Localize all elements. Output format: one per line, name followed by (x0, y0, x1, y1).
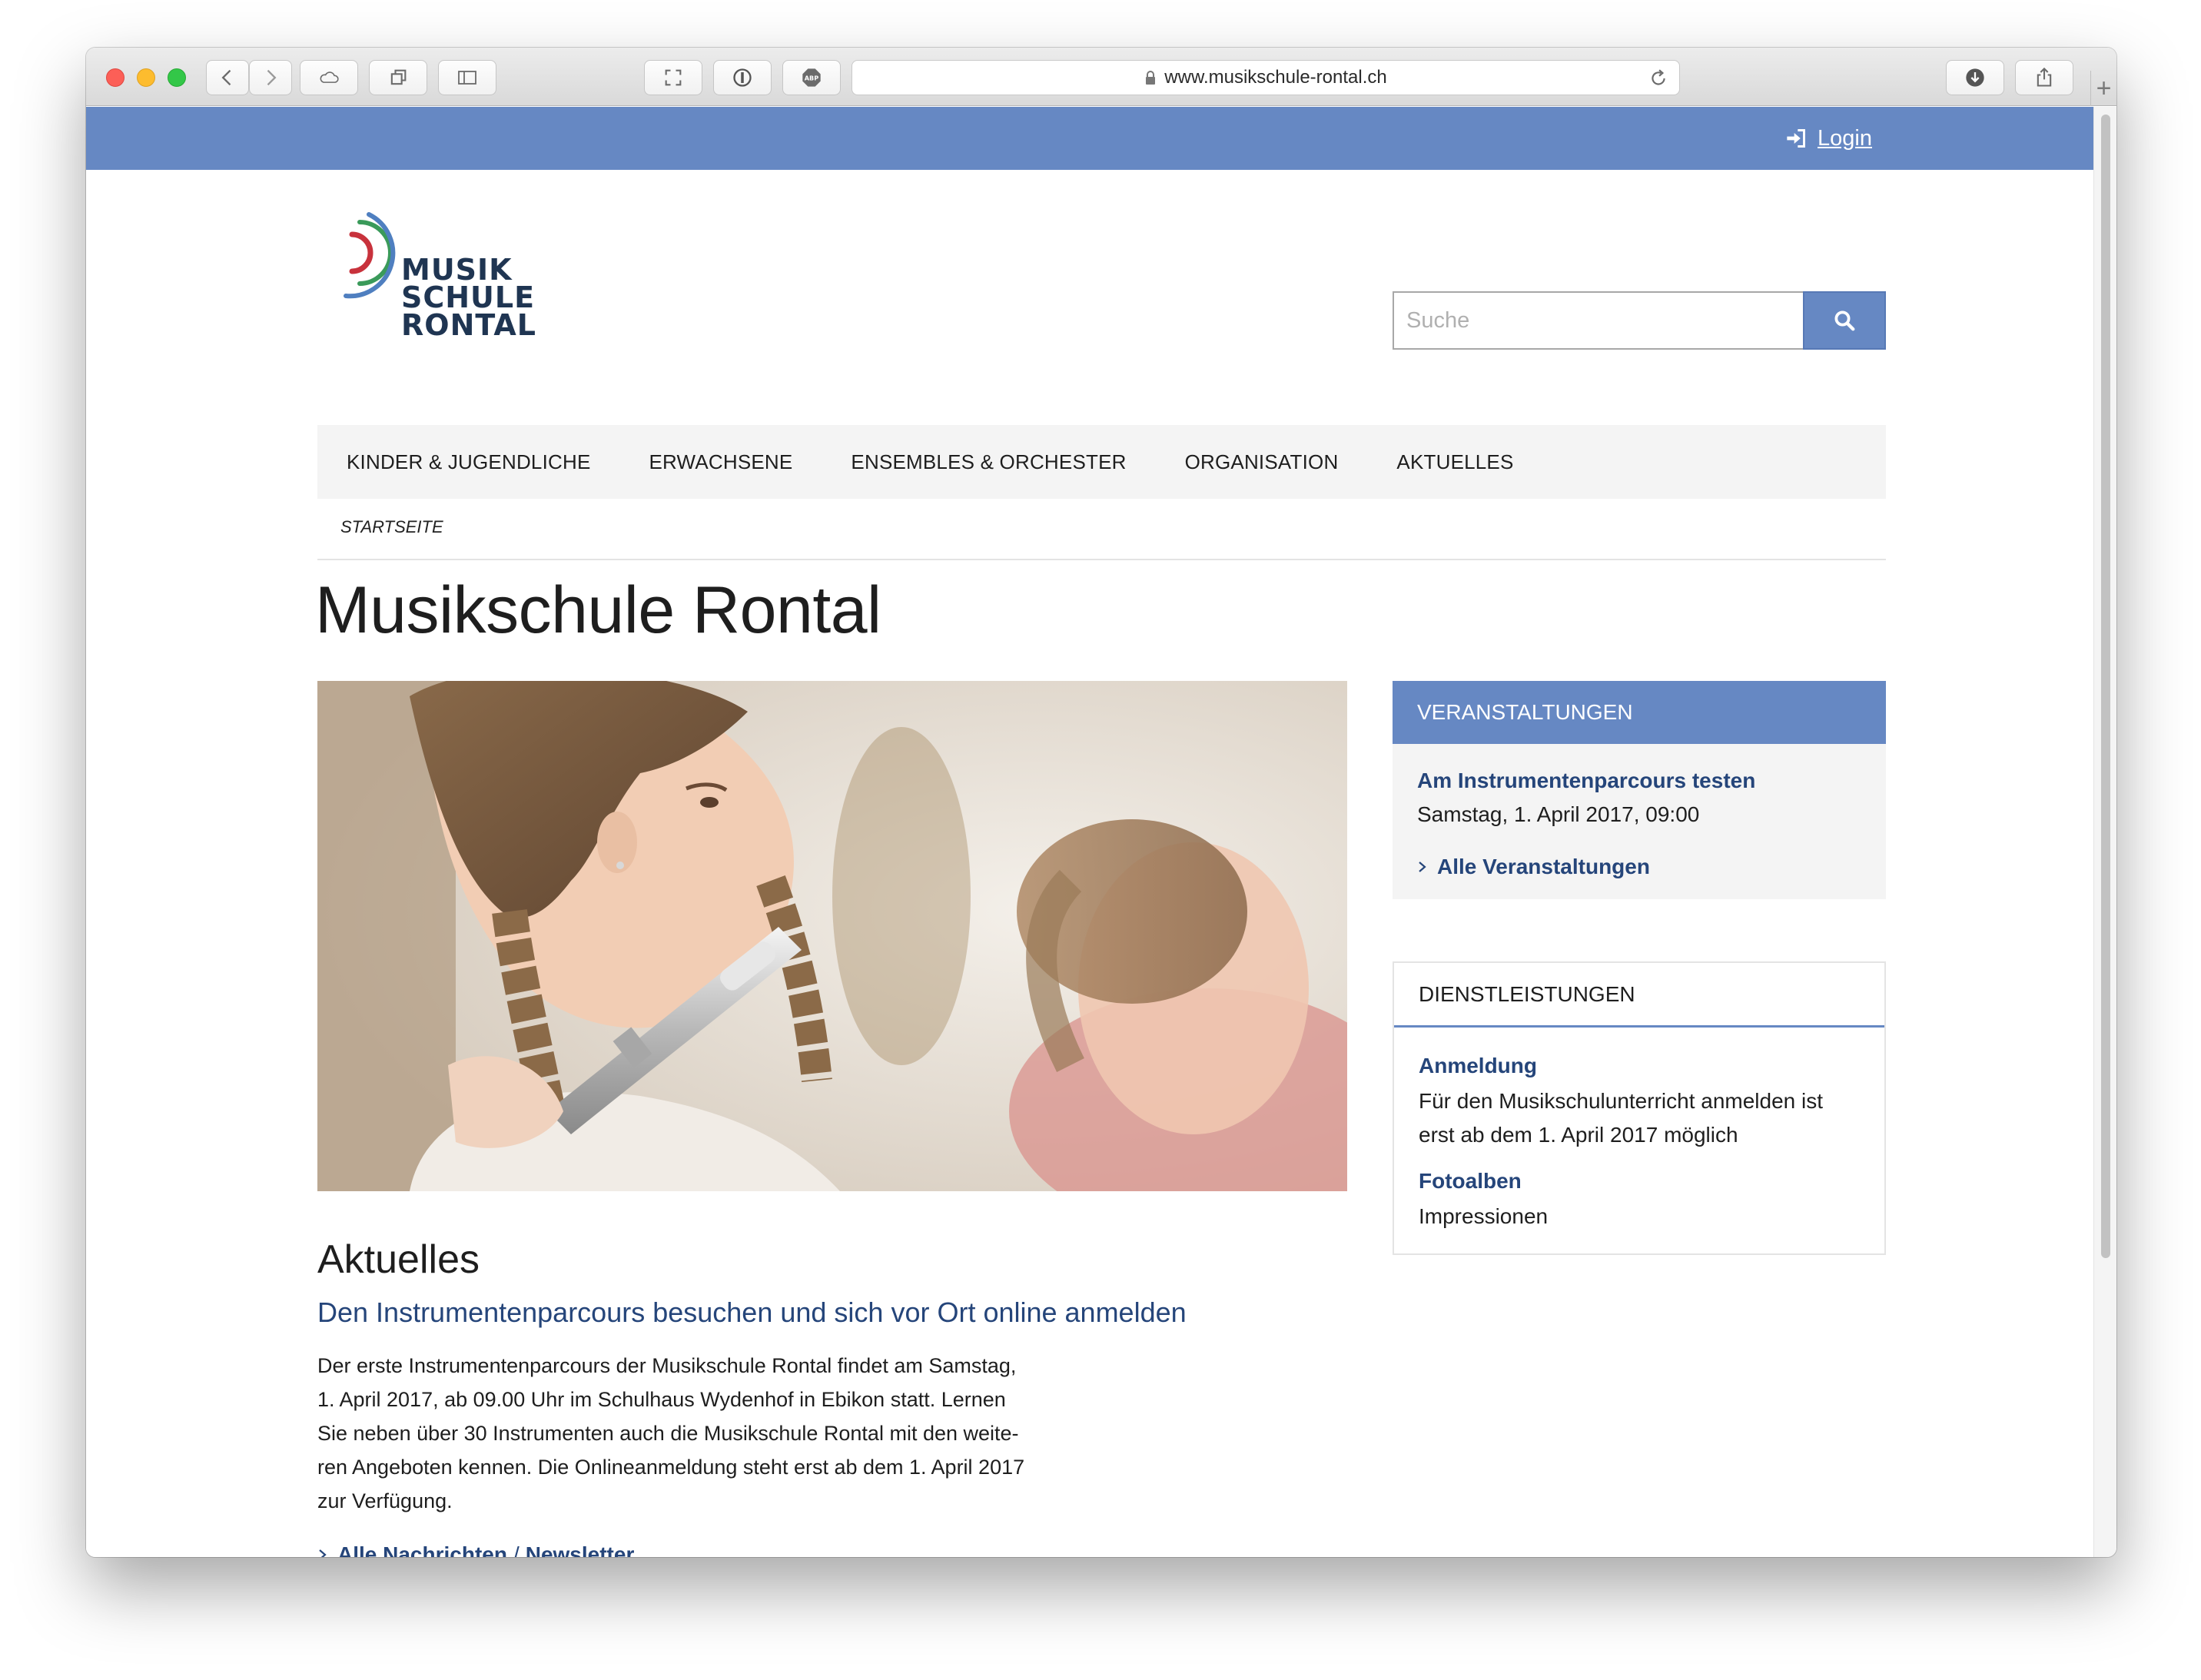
all-events-label: Alle Veranstaltungen (1437, 855, 1650, 878)
sidebar-button[interactable] (438, 60, 496, 95)
top-bar: Login (86, 107, 2093, 170)
chevron-left-icon (221, 69, 231, 86)
reload-icon[interactable] (1648, 68, 1668, 88)
event-date: Samstag, 1. April 2017, 09:00 (1417, 802, 1700, 826)
divider (317, 559, 1886, 560)
logo-line-1: MUSIK (401, 253, 513, 287)
news-text-line: Der erste Instrumentenparcours der Musik… (317, 1354, 1017, 1377)
chevron-right-icon (319, 1549, 327, 1557)
services-box: DIENSTLEISTUNGEN Anmeldung Für den Musik… (1393, 961, 1886, 1255)
logo-line-3: RONTAL (401, 308, 536, 342)
news-article-text: Der erste Instrumentenparcours der Musik… (317, 1349, 1071, 1518)
download-icon (1966, 68, 1984, 87)
events-box: VERANSTALTUNGEN Am Instrumentenparcours … (1393, 681, 1886, 899)
search-button[interactable] (1803, 291, 1886, 350)
vertical-scrollbar[interactable] (2093, 107, 2116, 1557)
logo-line-2: SCHULE (401, 281, 536, 314)
zoom-window-button[interactable] (168, 68, 186, 87)
all-news-link[interactable]: Alle Nachrichten (337, 1542, 507, 1557)
scrollbar-thumb[interactable] (2101, 115, 2110, 1258)
newsletter-link[interactable]: Newsletter (526, 1542, 635, 1557)
tab-overview-button[interactable] (369, 60, 427, 95)
logo-wordmark: MUSIK SCHULE RONTAL (401, 253, 536, 342)
sidebar-icon (458, 71, 476, 85)
web-page: Login MUSIK SCHULE RONTAL KIND (86, 107, 2093, 1557)
chevron-right-icon (1419, 862, 1426, 872)
news-text-line: ren Angeboten kennen. Die Onlineanmeldun… (317, 1456, 1025, 1479)
news-text-line: 1. April 2017, ab 09.00 Uhr im Schulhaus… (317, 1388, 1006, 1411)
close-window-button[interactable] (106, 68, 124, 87)
hero-image (317, 681, 1347, 1191)
login-link[interactable]: Login (1785, 107, 1872, 170)
events-heading: VERANSTALTUNGEN (1393, 681, 1886, 744)
chevron-right-icon (267, 69, 277, 86)
all-events-link[interactable]: Alle Veranstaltungen (1417, 855, 1650, 879)
cloud-icon (320, 71, 339, 83)
breadcrumb[interactable]: STARTSEITE (340, 517, 443, 537)
share-icon (2037, 67, 2052, 87)
svg-text:ABP: ABP (805, 75, 819, 82)
search-icon (1834, 310, 1855, 331)
services-heading: DIENSTLEISTUNGEN (1394, 963, 1884, 1028)
news-text-line: zur Verfügung. (317, 1489, 453, 1512)
sign-in-icon (1787, 129, 1805, 148)
service-fotoalben-text: Impressionen (1419, 1204, 1549, 1228)
news-text-line: Sie neben über 30 Instrumenten auch die … (317, 1422, 1019, 1445)
adblock-button[interactable]: ABP (782, 60, 841, 95)
1password-icon (733, 68, 752, 87)
link-separator: / (513, 1542, 520, 1557)
service-anmeldung-text: Für den Musikschulunterricht anmelden is… (1419, 1089, 1824, 1147)
news-article-title[interactable]: Den Instrumentenparcours besuchen und si… (317, 1297, 1187, 1329)
icloud-tabs-button[interactable] (300, 60, 358, 95)
event-title-link[interactable]: Am Instrumentenparcours testen (1417, 769, 1755, 793)
service-anmeldung-link[interactable]: Anmeldung (1419, 1054, 1537, 1078)
login-label: Login (1818, 125, 1872, 151)
downloads-button[interactable] (1946, 60, 2004, 95)
browser-toolbar: ABP www.musikschule-rontal.ch + (86, 48, 2116, 106)
fullscreen-button[interactable] (644, 60, 702, 95)
search-input[interactable] (1393, 291, 1803, 350)
share-button[interactable] (2015, 60, 2073, 95)
nav-item-erwachsene[interactable]: ERWACHSENE (649, 450, 793, 474)
tabs-icon (390, 69, 407, 85)
lock-icon (1146, 71, 1156, 85)
nav-item-kinder-jugendliche[interactable]: KINDER & JUGENDLICHE (347, 450, 591, 474)
new-tab-button[interactable]: + (2090, 71, 2116, 106)
back-button[interactable] (206, 60, 249, 95)
password-manager-button[interactable] (713, 60, 772, 95)
adblock-icon: ABP (802, 68, 821, 87)
nav-item-ensembles-orchester[interactable]: ENSEMBLES & ORCHESTER (851, 450, 1126, 474)
news-heading: Aktuelles (317, 1237, 480, 1282)
minimize-window-button[interactable] (137, 68, 155, 87)
service-fotoalben-link[interactable]: Fotoalben (1419, 1169, 1522, 1194)
site-logo[interactable]: MUSIK SCHULE RONTAL (338, 211, 546, 342)
nav-item-organisation[interactable]: ORGANISATION (1185, 450, 1339, 474)
browser-window: ABP www.musikschule-rontal.ch + Login MU… (86, 48, 2116, 1557)
page-title: Musikschule Rontal (315, 573, 881, 647)
url-text: www.musikschule-rontal.ch (1164, 67, 1387, 88)
search-form (1393, 291, 1886, 350)
hero-photo-girl-flute (317, 681, 1347, 1191)
forward-button[interactable] (249, 60, 292, 95)
address-bar[interactable]: www.musikschule-rontal.ch (852, 60, 1680, 95)
expand-icon (665, 69, 682, 86)
nav-item-aktuelles[interactable]: AKTUELLES (1396, 450, 1513, 474)
news-links: Alle Nachrichten / Newsletter (317, 1542, 634, 1557)
logo-sound-arcs (344, 212, 396, 299)
main-navigation: KINDER & JUGENDLICHE ERWACHSENE ENSEMBLE… (317, 425, 1886, 499)
